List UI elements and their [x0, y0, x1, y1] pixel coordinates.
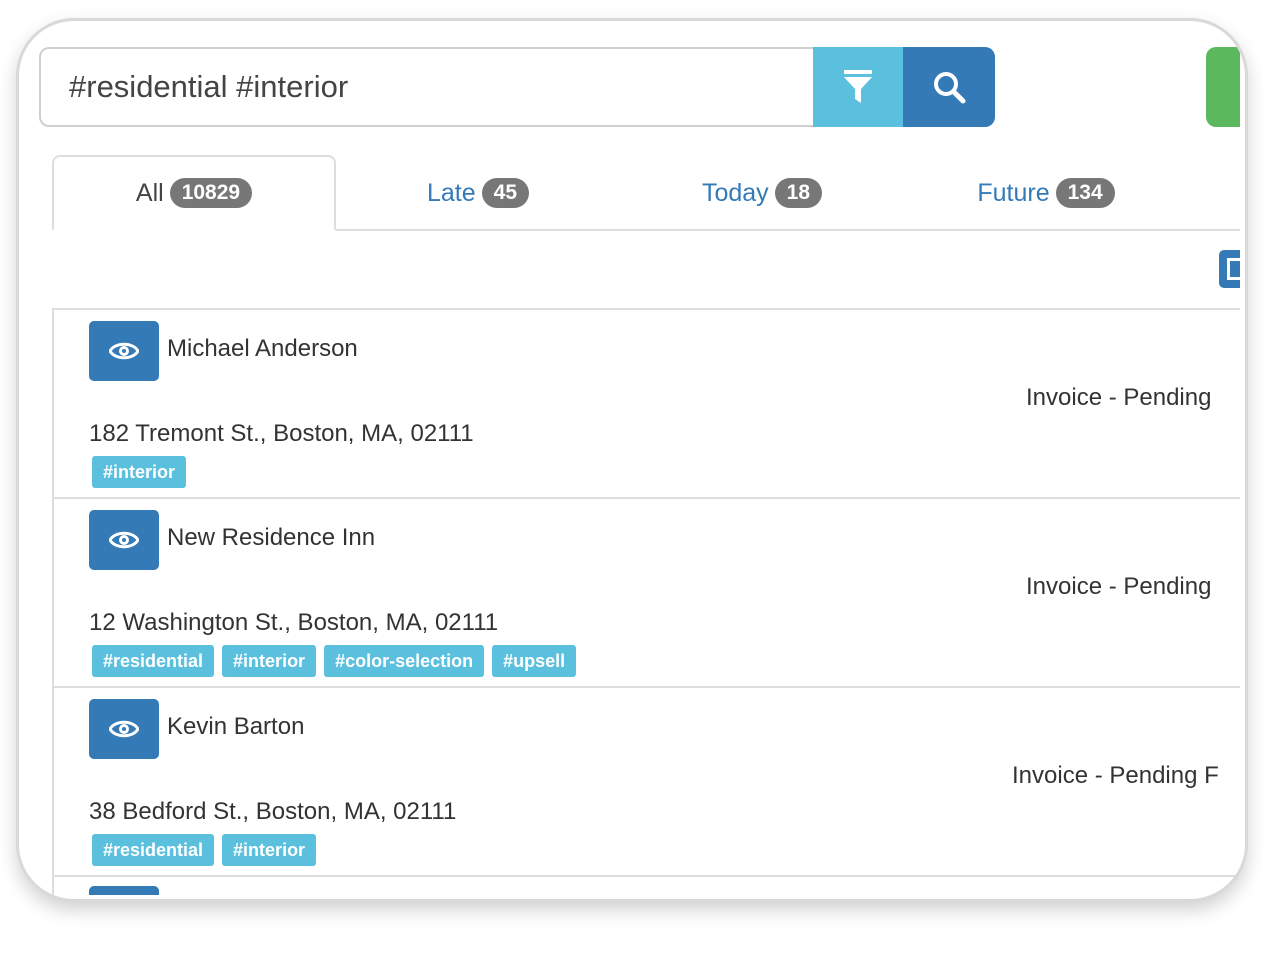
address-text: 182 Tremont St., Boston, MA, 02111	[89, 420, 474, 447]
eye-icon	[109, 342, 139, 360]
filter-icon	[844, 70, 872, 103]
client-name[interactable]: New Residence Inn	[167, 524, 375, 552]
tab-today-label: Today	[701, 178, 769, 207]
tag-badge[interactable]: #interior	[222, 834, 317, 866]
add-button[interactable]	[1206, 47, 1240, 127]
tab-late-count-badge: 45	[481, 178, 530, 208]
tag-list: #residential #interior #color-selection …	[92, 645, 577, 677]
view-button[interactable]	[89, 321, 159, 381]
toolbar-button-icon	[1227, 258, 1240, 280]
status-text: Invoice - Pending F	[1012, 762, 1219, 789]
filter-button[interactable]	[813, 47, 903, 127]
address-text: 12 Washington St., Boston, MA, 02111	[89, 609, 499, 636]
status-text: Invoice - Pending	[1026, 384, 1212, 411]
tag-list: #interior	[92, 456, 187, 488]
view-button[interactable]	[89, 510, 159, 570]
tab-future-label: Future	[977, 178, 1050, 207]
tab-today-count-badge: 18	[774, 178, 823, 208]
tag-badge[interactable]: #interior	[222, 645, 317, 677]
list-item[interactable]: Michael Anderson Invoice - Pending 182 T…	[54, 310, 1240, 499]
tab-today[interactable]: Today 18	[620, 155, 904, 231]
tag-badge[interactable]: #color-selection	[324, 645, 485, 677]
job-list: Michael Anderson Invoice - Pending 182 T…	[52, 308, 1240, 895]
search-input-value: #residential #interior	[69, 69, 349, 104]
eye-icon	[109, 720, 139, 738]
tab-all-label: All	[135, 178, 164, 207]
search-button[interactable]	[903, 47, 995, 127]
list-item-partial[interactable]	[54, 877, 1240, 895]
tab-future-count-badge: 134	[1055, 178, 1115, 208]
view-button[interactable]	[89, 886, 159, 895]
list-item[interactable]: Kevin Barton Invoice - Pending F 38 Bedf…	[54, 688, 1240, 877]
tag-list: #residential #interior	[92, 834, 317, 866]
app-viewport: #residential #interior All 10829 Late 45	[19, 21, 1240, 895]
list-item[interactable]: New Residence Inn Invoice - Pending 12 W…	[54, 499, 1240, 688]
app-frame: #residential #interior All 10829 Late 45	[16, 18, 1248, 902]
status-text: Invoice - Pending	[1026, 573, 1212, 600]
tab-late-label: Late	[426, 178, 476, 207]
address-text: 38 Bedford St., Boston, MA, 02111	[89, 798, 457, 825]
tag-badge[interactable]: #interior	[92, 456, 187, 488]
tag-badge[interactable]: #residential	[92, 645, 215, 677]
tab-all-count-badge: 10829	[169, 178, 253, 208]
eye-icon	[109, 531, 139, 549]
tag-badge[interactable]: #residential	[92, 834, 215, 866]
tab-future[interactable]: Future 134	[904, 155, 1188, 231]
search-input[interactable]: #residential #interior	[39, 47, 813, 127]
client-name[interactable]: Michael Anderson	[167, 335, 358, 363]
tab-late[interactable]: Late 45	[336, 155, 620, 231]
tag-badge[interactable]: #upsell	[492, 645, 577, 677]
client-name[interactable]: Kevin Barton	[167, 713, 304, 741]
search-icon	[934, 72, 966, 104]
view-button[interactable]	[89, 699, 159, 759]
toolbar-button[interactable]	[1219, 250, 1240, 288]
tab-all[interactable]: All 10829	[52, 155, 336, 231]
